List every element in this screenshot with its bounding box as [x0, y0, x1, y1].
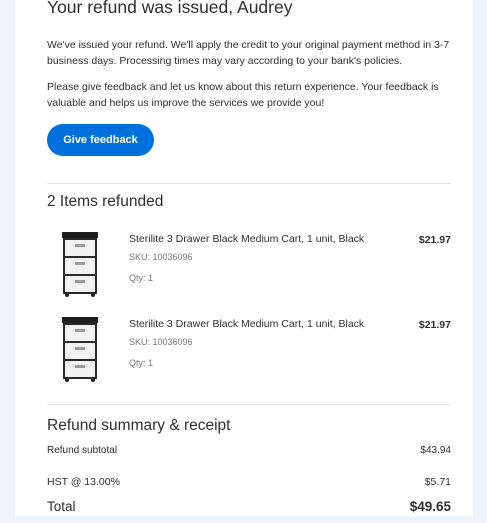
tax-value: $5.71 [424, 476, 451, 488]
page-title: Your refund was issued, Audrey [47, 0, 293, 17]
refund-message: We've issued your refund. We'll apply th… [47, 39, 450, 67]
tax-label: HST @ 13.00% [47, 476, 120, 488]
product-image[interactable] [59, 231, 101, 297]
feedback-message: Please give feedback and let us know abo… [47, 81, 439, 109]
email-card: Your refund was issued, Audrey We've iss… [15, 0, 474, 516]
summary-title: Refund summary & receipt [47, 417, 231, 434]
give-feedback-button[interactable]: Give feedback [47, 124, 154, 156]
tax-row: HST @ 13.00% $5.71 [47, 476, 451, 488]
item-name[interactable]: Sterilite 3 Drawer Black Medium Cart, 1 … [129, 318, 364, 330]
item-price: $21.97 [418, 319, 451, 331]
list-item: Sterilite 3 Drawer Black Medium Cart, 1 … [47, 316, 451, 386]
total-row: Total $49.65 [47, 499, 451, 514]
total-label: Total [47, 499, 76, 514]
right-gutter [473, 0, 487, 523]
total-value: $49.65 [409, 499, 451, 514]
subtotal-label: Refund subtotal [47, 445, 118, 456]
item-sku: SKU: 10036096 [129, 337, 193, 347]
item-qty: Qty: 1 [129, 273, 154, 283]
subtotal-value: $43.94 [420, 445, 451, 456]
product-image[interactable] [59, 316, 101, 382]
item-name[interactable]: Sterilite 3 Drawer Black Medium Cart, 1 … [129, 233, 364, 245]
list-item: Sterilite 3 Drawer Black Medium Cart, 1 … [47, 231, 451, 301]
divider [47, 404, 451, 405]
item-qty: Qty: 1 [129, 358, 154, 368]
divider [47, 183, 451, 184]
items-section-title: 2 Items refunded [47, 193, 164, 210]
subtotal-row: Refund subtotal $43.94 [47, 445, 451, 456]
item-sku: SKU: 10036096 [129, 252, 193, 262]
item-price: $21.97 [418, 234, 451, 246]
